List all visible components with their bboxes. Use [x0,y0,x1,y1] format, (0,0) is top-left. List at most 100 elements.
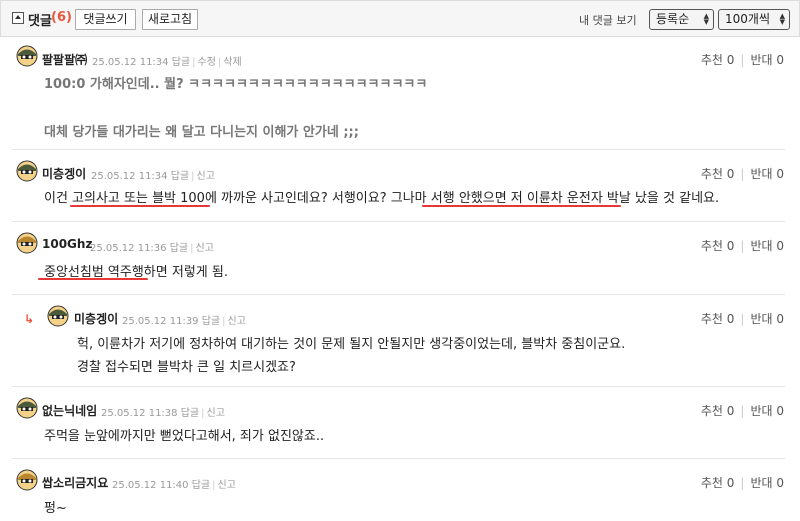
report-link[interactable]: 신고 [197,171,215,182]
reply-link[interactable]: 답글 [181,408,199,419]
comment-meta: 25.05.12 11:34 답글 | 신고 [91,171,215,182]
sort-order-value: 등록순 [656,12,690,26]
comment-text: 100:0 가해자인데.. 뭘? ㅋㅋㅋㅋㅋㅋㅋㅋㅋㅋㅋㅋㅋㅋㅋㅋㅋㅋㅋㅋ [44,77,428,92]
my-comments-link[interactable]: 내 댓글 보기 [579,12,637,28]
upvote-label: 추천 [700,239,723,253]
upvote-button[interactable]: 추천 0 [701,239,735,253]
comment-toolbar: 댓글 (6) 댓글쓰기 새로고침 내 댓글 보기 등록순 ▲ ▼ 100개씩 ▲ ▼ [0,0,800,37]
downvote-button[interactable]: 반대 0 [750,239,784,253]
upvote-count: 0 [726,404,735,418]
comment-meta: 25.05.12 11:39 답글 | 신고 [122,316,246,327]
upvote-label: 추천 [700,312,723,326]
upvote-button[interactable]: 추천 0 [701,167,735,181]
reply-link[interactable]: 답글 [171,171,189,182]
downvote-button[interactable]: 반대 0 [750,53,784,67]
reply-arrow-icon: ↳ [24,312,35,326]
highlight-underline [70,205,210,207]
report-link[interactable]: 신고 [196,243,214,254]
reply-link[interactable]: 답글 [172,57,190,68]
downvote-button[interactable]: 반대 0 [750,404,784,418]
downvote-count: 0 [776,476,784,490]
downvote-label: 반대 [750,167,773,181]
comment-author[interactable]: 미층겡이 [74,310,118,327]
comment-votes: 추천 0 | 반대 0 [700,167,784,181]
comment-text: 경찰 접수되면 블박차 큰 일 치르시겠죠? [77,360,296,375]
avatar[interactable] [16,160,38,182]
divider [12,294,785,295]
write-comment-button[interactable]: 댓글쓰기 [75,9,136,30]
reply-link[interactable]: 답글 [170,243,188,254]
upvote-count: 0 [726,239,735,253]
downvote-label: 반대 [750,312,773,326]
comment-author[interactable]: 쌉소리금지요 [42,474,108,491]
report-link[interactable]: 신고 [228,316,246,327]
divider [12,221,785,222]
upvote-button[interactable]: 추천 0 [701,404,735,418]
upvote-button[interactable]: 추천 0 [701,53,735,67]
upvote-label: 추천 [700,404,723,418]
upvote-label: 추천 [700,167,723,181]
upvote-count: 0 [726,312,735,326]
comment-author[interactable]: 100Ghz [42,237,92,251]
delete-link[interactable]: 삭제 [223,57,241,68]
edit-link[interactable]: 수정 [198,57,216,68]
comment-author[interactable]: 미층겡이 [42,165,86,182]
comment-meta: 25.05.12 11:36 답글 | 신고 [90,243,214,254]
downvote-button[interactable]: 반대 0 [750,167,784,181]
refresh-button[interactable]: 새로고침 [142,9,198,30]
comment-date: 25.05.12 11:34 [92,57,169,68]
comments-count: (6) [51,10,72,25]
comment-date: 25.05.12 11:39 [122,316,199,327]
downvote-count: 0 [776,53,784,67]
upvote-count: 0 [726,53,735,67]
avatar[interactable] [47,305,69,327]
comment-text: 이건 고의사고 또는 블박 100에 까까운 사고인데요? 서행이요? 그나마 … [44,191,720,206]
divider [12,458,785,459]
comment-date: 25.05.12 11:40 [112,480,189,491]
select-arrows-icon: ▲ ▼ [779,12,785,26]
downvote-count: 0 [776,404,784,418]
upvote-button[interactable]: 추천 0 [701,312,735,326]
comment-author[interactable]: 없는닉네임 [42,402,97,419]
comments-title: 댓글 [28,14,52,29]
downvote-count: 0 [776,239,784,253]
report-link[interactable]: 신고 [207,408,225,419]
per-page-select[interactable]: 100개씩 ▲ ▼ [718,9,790,30]
comment-meta: 25.05.12 11:38 답글 | 신고 [101,408,225,419]
avatar[interactable] [16,469,38,491]
avatar[interactable] [16,45,38,67]
collapse-toggle-icon[interactable] [12,12,24,24]
report-link[interactable]: 신고 [218,480,236,491]
comment-text: 펑~ [44,501,67,516]
upvote-button[interactable]: 추천 0 [701,476,735,490]
reply-link[interactable]: 답글 [192,480,210,491]
comment-meta: 25.05.12 11:34 답글 | 수정 | 삭제 [92,57,242,68]
comment-meta: 25.05.12 11:40 답글 | 신고 [112,480,236,491]
highlight-underline [38,278,148,280]
comment-author[interactable]: 팔팔팔㈜ [42,51,87,68]
downvote-button[interactable]: 반대 0 [750,476,784,490]
downvote-label: 반대 [750,239,773,253]
upvote-label: 추천 [700,476,723,490]
downvote-button[interactable]: 반대 0 [750,312,784,326]
upvote-label: 추천 [700,53,723,67]
sort-order-select[interactable]: 등록순 ▲ ▼ [649,9,714,30]
select-arrows-icon: ▲ ▼ [703,12,709,26]
divider [12,149,785,150]
reply-link[interactable]: 답글 [202,316,220,327]
avatar[interactable] [16,397,38,419]
comment-date: 25.05.12 11:34 [91,171,168,182]
comment-votes: 추천 0 | 반대 0 [700,404,784,418]
downvote-count: 0 [776,167,784,181]
downvote-label: 반대 [750,53,773,67]
comment-votes: 추천 0 | 반대 0 [700,53,784,67]
highlight-underline [422,205,621,207]
downvote-label: 반대 [750,476,773,490]
comment-votes: 추천 0 | 반대 0 [700,312,784,326]
comment-date: 25.05.12 11:36 [90,243,167,254]
avatar[interactable] [16,232,38,254]
per-page-value: 100개씩 [725,12,770,26]
comment-votes: 추천 0 | 반대 0 [700,239,784,253]
comment-text: 대체 당가들 대가리는 왜 달고 다니는지 이해가 안가네 ;;; [44,125,359,140]
comment-date: 25.05.12 11:38 [101,408,178,419]
